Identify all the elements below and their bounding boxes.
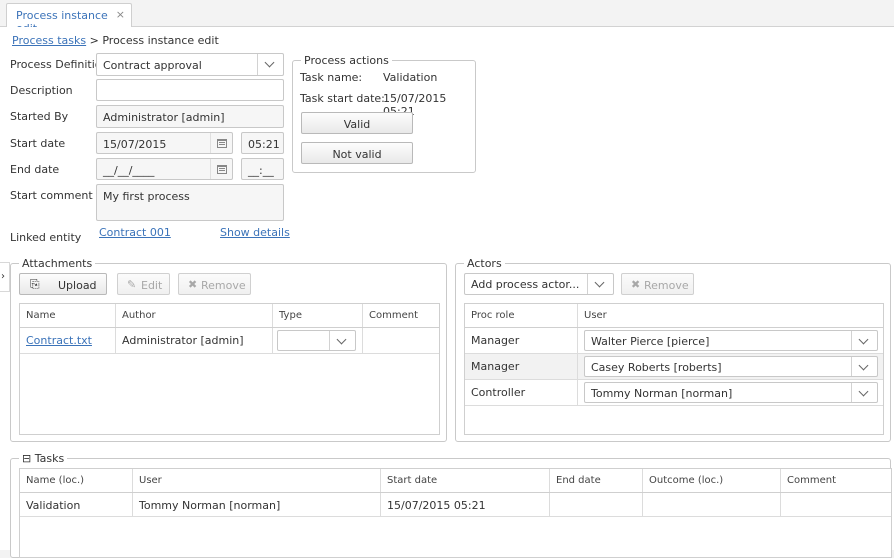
task-start-label: Task start date: — [300, 92, 385, 105]
chevron-down-icon[interactable] — [851, 331, 877, 350]
tasks-panel: ⊟ Tasks Name (loc.) User Start date End … — [10, 452, 892, 558]
actor-user-select[interactable]: Walter Pierce [pierce] — [584, 330, 878, 351]
task-name-label: Task name: — [300, 71, 363, 84]
column-header-outcome[interactable]: Outcome (loc.) — [643, 469, 781, 492]
end-date-value: __/__/____ — [103, 164, 155, 177]
column-header-comment[interactable]: Comment — [363, 304, 439, 327]
actors-legend: Actors — [464, 257, 505, 270]
valid-button[interactable]: Valid — [301, 112, 413, 134]
chevron-down-icon[interactable] — [257, 54, 283, 75]
task-name: Validation — [26, 499, 81, 512]
actors-table: Proc role User Manager Walter Pierce [pi… — [464, 303, 884, 435]
end-date-label: End date — [10, 163, 60, 176]
table-row[interactable]: Manager Walter Pierce [pierce] — [465, 328, 883, 354]
breadcrumb-link-process-tasks[interactable]: Process tasks — [12, 34, 86, 47]
column-header-start-date[interactable]: Start date — [381, 469, 550, 492]
column-header-comment[interactable]: Comment — [781, 469, 891, 492]
column-header-proc-role[interactable]: Proc role — [465, 304, 578, 327]
close-icon[interactable]: × — [116, 8, 125, 21]
description-input[interactable] — [96, 79, 284, 101]
process-definition-value: Contract approval — [103, 59, 202, 72]
tab-process-instance-edit[interactable]: Process instance edit × — [6, 3, 132, 35]
column-header-user[interactable]: User — [578, 304, 883, 327]
attachment-author: Administrator [admin] — [122, 334, 244, 347]
started-by-value: Administrator [admin] — [103, 111, 225, 124]
tasks-table: Name (loc.) User Start date End date Out… — [19, 468, 892, 558]
actors-panel: Actors Add process actor... ✖ Remove Pro… — [455, 257, 891, 442]
chevron-down-icon[interactable] — [329, 331, 355, 350]
column-header-type[interactable]: Type — [273, 304, 363, 327]
start-time-value: 05:21 — [248, 138, 280, 151]
upload-button[interactable]: ⎘ Upload — [19, 273, 107, 295]
attachments-table: Name Author Type Comment Contract.txt Ad… — [19, 303, 440, 435]
column-header-name-loc[interactable]: Name (loc.) — [20, 469, 133, 492]
edit-button[interactable]: ✎ Edit — [117, 273, 170, 295]
attachments-legend: Attachments — [19, 257, 96, 270]
breadcrumb-separator: > — [89, 34, 99, 47]
start-comment-value: My first process — [103, 190, 190, 203]
calendar-icon[interactable] — [210, 133, 232, 153]
collapse-icon[interactable]: ⊟ — [22, 452, 31, 465]
description-label: Description — [10, 84, 73, 97]
tasks-legend[interactable]: ⊟ Tasks — [19, 452, 68, 465]
start-time-input[interactable]: 05:21 — [241, 132, 284, 154]
actor-role: Controller — [471, 386, 526, 399]
linked-entity-link[interactable]: Contract 001 — [99, 226, 171, 239]
breadcrumb-current: Process instance edit — [102, 34, 219, 47]
pencil-icon: ✎ — [127, 278, 137, 291]
table-row[interactable]: Contract.txt Administrator [admin] — [20, 328, 439, 354]
table-row[interactable]: Controller Tommy Norman [norman] — [465, 380, 883, 406]
column-header-name[interactable]: Name — [20, 304, 116, 327]
breadcrumb: Process tasks > Process instance edit — [12, 34, 219, 47]
table-row[interactable]: Manager Casey Roberts [roberts] — [465, 354, 883, 380]
add-process-actor-select[interactable]: Add process actor... — [464, 273, 614, 295]
process-actions-panel: Process actions Task name: Validation Ta… — [292, 54, 476, 173]
show-details-link[interactable]: Show details — [220, 226, 290, 239]
started-by-label: Started By — [10, 110, 69, 123]
calendar-icon[interactable] — [210, 159, 232, 179]
tasks-header: Name (loc.) User Start date End date Out… — [20, 469, 891, 493]
actor-user-select[interactable]: Tommy Norman [norman] — [584, 382, 878, 403]
chevron-down-icon[interactable] — [851, 357, 877, 376]
process-actions-legend: Process actions — [301, 54, 392, 67]
end-date-input[interactable]: __/__/____ — [96, 158, 233, 180]
column-header-end-date[interactable]: End date — [550, 469, 643, 492]
not-valid-button[interactable]: Not valid — [301, 142, 413, 164]
start-date-input[interactable]: 15/07/2015 — [96, 132, 233, 154]
actor-role: Manager — [471, 360, 520, 373]
remove-icon: ✖ — [631, 278, 641, 291]
chevron-down-icon[interactable] — [587, 274, 613, 294]
chevron-down-icon[interactable] — [851, 383, 877, 402]
attachment-name-link[interactable]: Contract.txt — [26, 334, 92, 347]
tab-bar: Process instance edit × — [0, 0, 894, 35]
actor-role: Manager — [471, 334, 520, 347]
upload-icon: ⎘ — [30, 277, 40, 291]
task-name-value: Validation — [383, 71, 438, 84]
attachments-header: Name Author Type Comment — [20, 304, 439, 328]
start-comment-label: Start comment — [10, 189, 93, 202]
column-header-user[interactable]: User — [133, 469, 381, 492]
remove-attachment-button[interactable]: ✖ Remove — [178, 273, 251, 295]
linked-entity-label: Linked entity — [10, 231, 82, 244]
process-definition-label: Process Definition — [10, 58, 109, 71]
start-date-label: Start date — [10, 137, 66, 150]
end-time-input[interactable]: __:__ — [241, 158, 284, 180]
attachment-type-select[interactable] — [277, 330, 356, 351]
end-time-value: __:__ — [248, 164, 274, 177]
remove-icon: ✖ — [188, 278, 198, 291]
actor-user-select[interactable]: Casey Roberts [roberts] — [584, 356, 878, 377]
actors-header: Proc role User — [465, 304, 883, 328]
remove-actor-button[interactable]: ✖ Remove — [621, 273, 694, 295]
task-user: Tommy Norman [norman] — [139, 499, 281, 512]
sidebar-toggle-icon[interactable]: › — [0, 262, 10, 292]
attachments-panel: Attachments ⎘ Upload ✎ Edit ✖ Remove Nam… — [10, 257, 447, 442]
started-by-field: Administrator [admin] — [96, 105, 284, 128]
table-row[interactable]: Validation Tommy Norman [norman] 15/07/2… — [20, 493, 891, 517]
start-comment-textarea[interactable]: My first process — [96, 184, 284, 221]
column-header-author[interactable]: Author — [116, 304, 273, 327]
process-definition-select[interactable]: Contract approval — [96, 53, 284, 76]
task-start-date: 15/07/2015 05:21 — [387, 499, 486, 512]
start-date-value: 15/07/2015 — [103, 138, 167, 151]
